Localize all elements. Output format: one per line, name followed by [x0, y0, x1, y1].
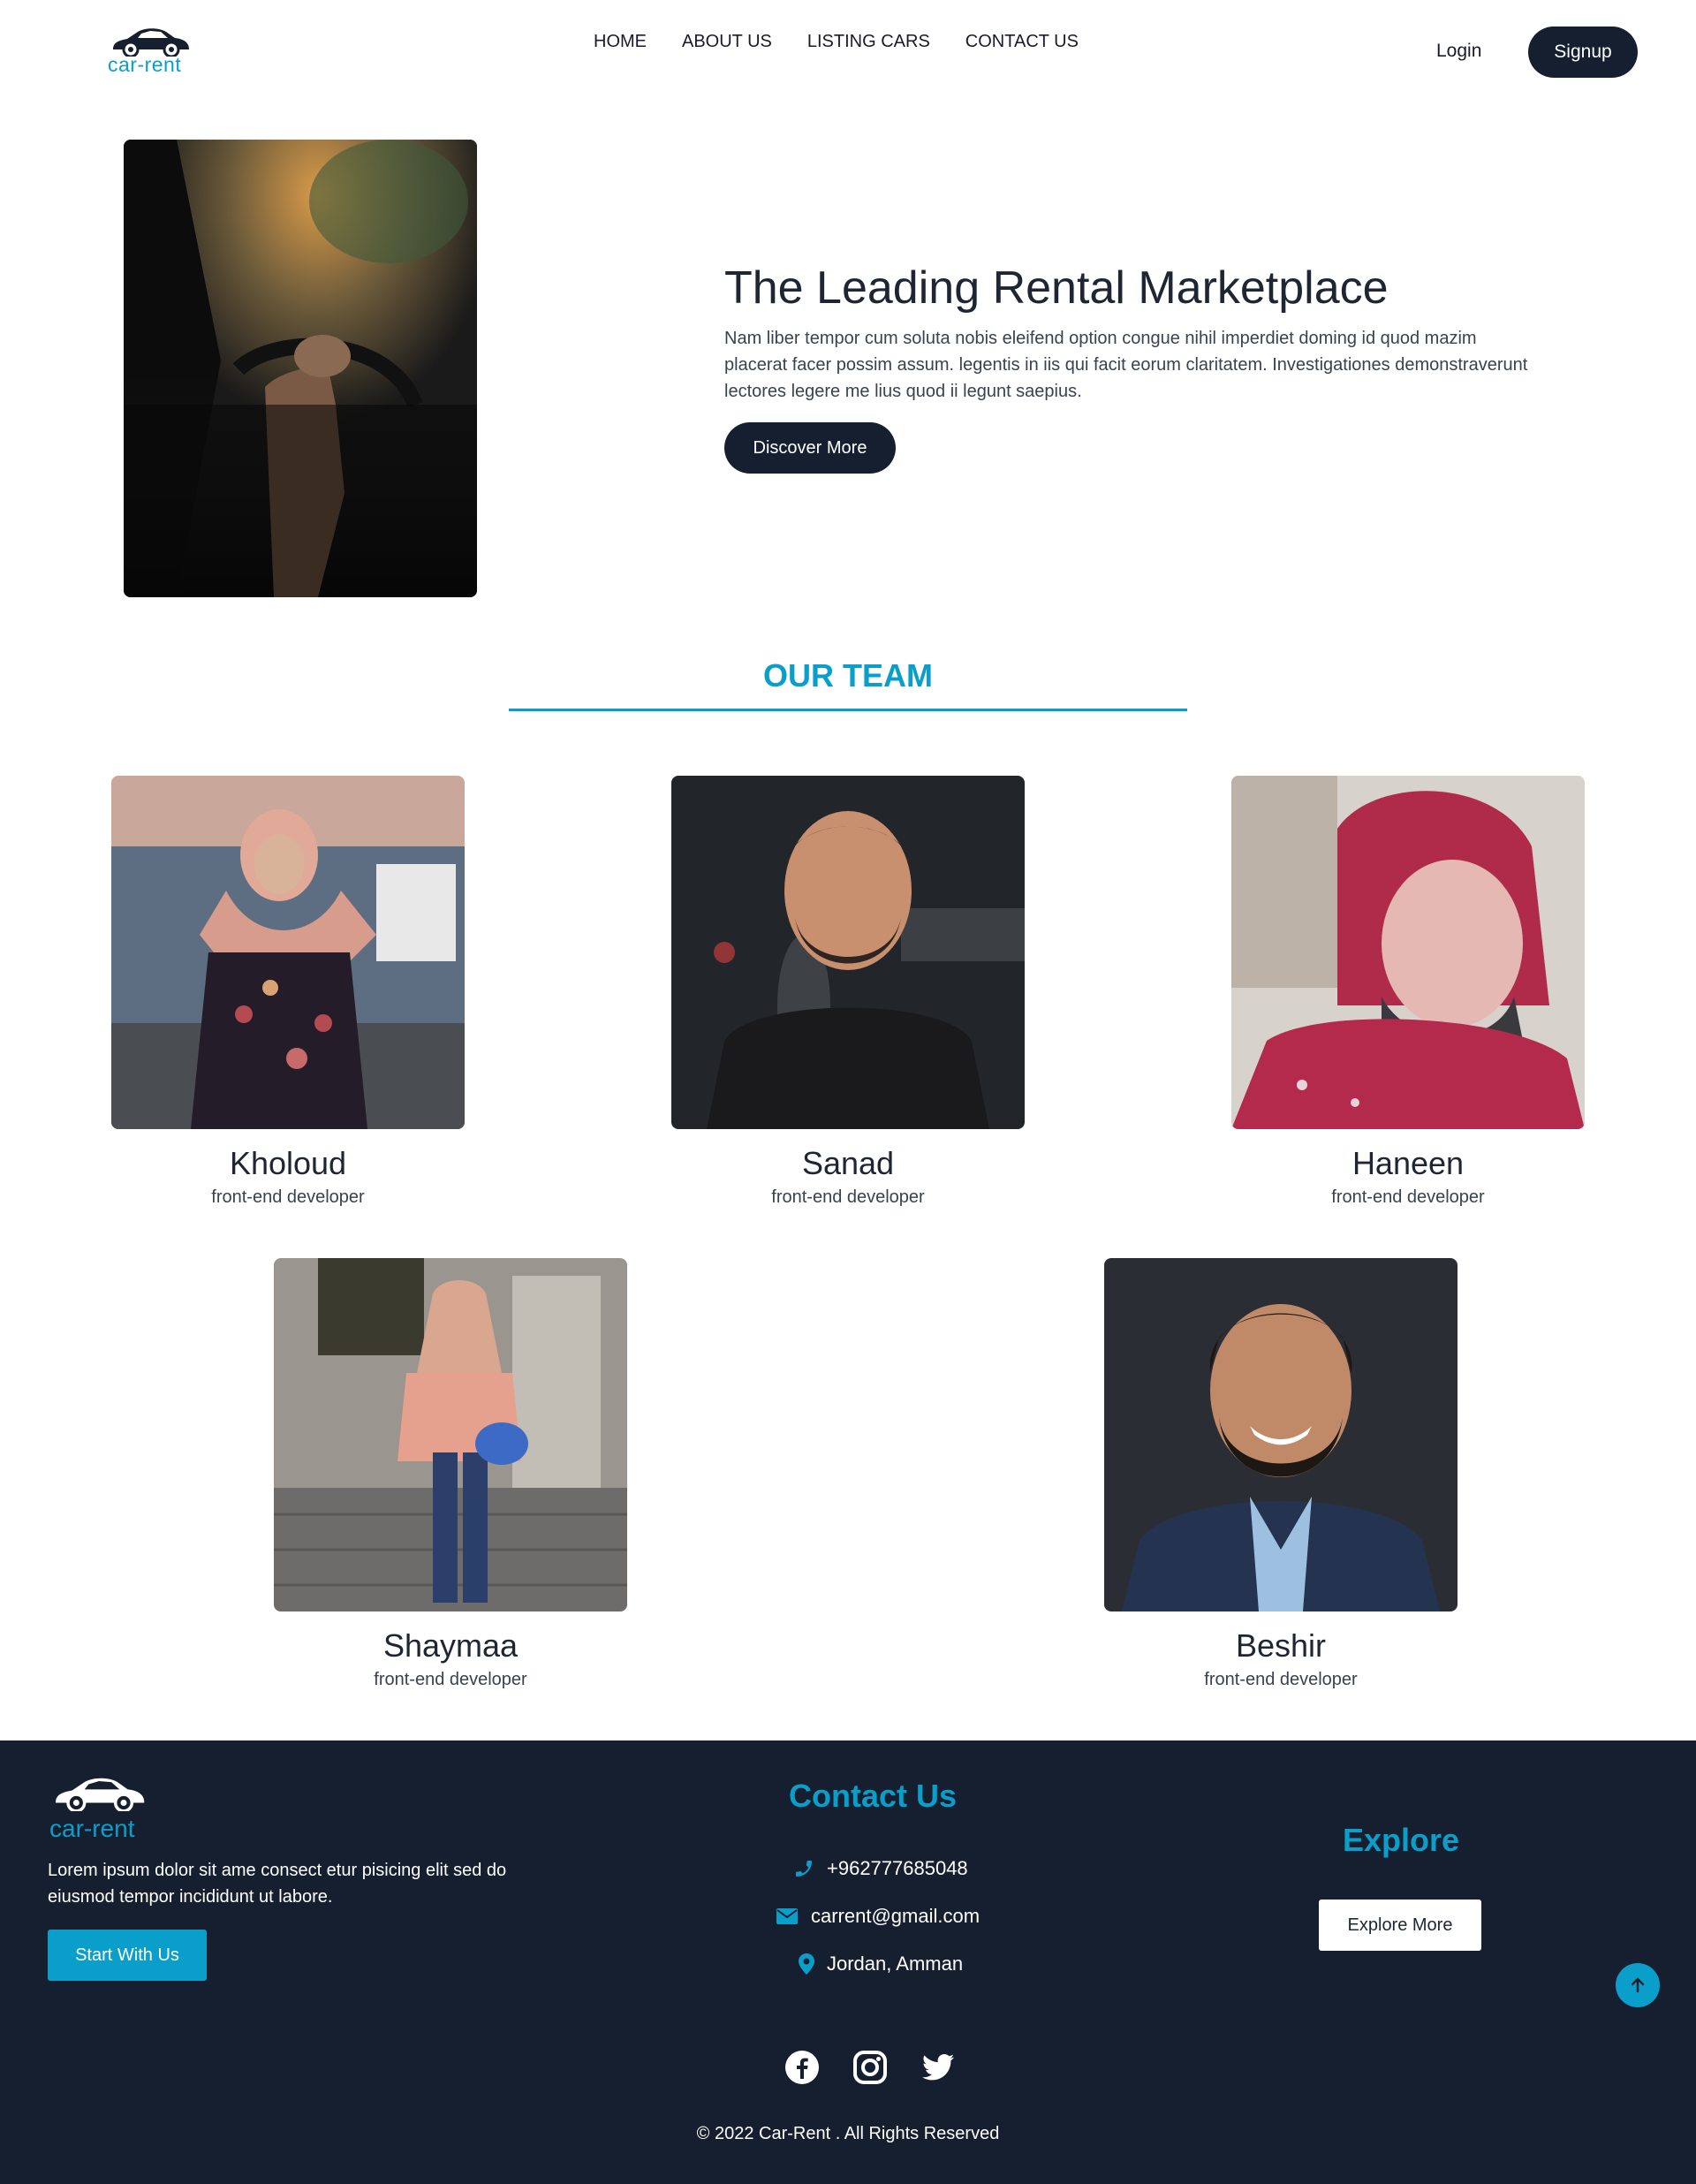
team-member-card: Shaymaa front-end developer	[274, 1258, 627, 1690]
discover-more-button[interactable]: Discover More	[724, 422, 896, 474]
hero-image	[124, 140, 477, 597]
navbar: car-rent HOME ABOUT US LISTING CARS CONT…	[0, 0, 1696, 104]
envelope-icon	[776, 1908, 798, 1924]
team-member-card: Haneen front-end developer	[1231, 776, 1585, 1208]
hero-title: The Leading Rental Marketplace	[724, 262, 1389, 314]
nav-contact-us[interactable]: CONTACT US	[965, 32, 1079, 52]
facebook-icon[interactable]	[784, 2050, 820, 2085]
member-name: Kholoud	[229, 1145, 347, 1181]
member-photo	[274, 1258, 627, 1611]
contact-title: Contact Us	[788, 1778, 958, 1814]
car-icon	[113, 28, 189, 57]
member-name: Beshir	[1235, 1627, 1327, 1664]
member-name: Haneen	[1352, 1145, 1465, 1181]
member-role: front-end developer	[374, 1670, 527, 1689]
member-photo	[671, 776, 1025, 1129]
member-photo	[1104, 1258, 1458, 1611]
team-title: OUR TEAM	[763, 657, 933, 694]
scroll-to-top-button[interactable]	[1616, 1963, 1660, 2007]
team-member-card: Beshir front-end developer	[1104, 1258, 1458, 1690]
team-title-underline	[509, 709, 1187, 711]
contact-phone-text: +962777685048	[827, 1857, 968, 1879]
nav-home[interactable]: HOME	[594, 32, 647, 52]
hero-description: Nam liber tempor cum soluta nobis eleife…	[724, 329, 1528, 401]
nav-about-us[interactable]: ABOUT US	[682, 32, 772, 52]
explore-more-button[interactable]: Explore More	[1319, 1900, 1481, 1951]
contact-phone: +962777685048	[793, 1857, 968, 1880]
member-role: front-end developer	[771, 1187, 925, 1207]
login-link[interactable]: Login	[1436, 41, 1481, 62]
start-with-us-button[interactable]: Start With Us	[48, 1930, 207, 1981]
footer-about-text: Lorem ipsum dolor sit ame consect etur p…	[48, 1861, 507, 1907]
logo[interactable]: car-rent	[108, 27, 193, 76]
team-member-card: Sanad front-end developer	[671, 776, 1025, 1208]
team-member-card: Kholoud front-end developer	[111, 776, 465, 1208]
logo-text: car-rent	[108, 53, 182, 76]
twitter-icon[interactable]	[920, 2050, 956, 2085]
instagram-icon[interactable]	[852, 2050, 888, 2085]
explore-title: Explore	[1343, 1822, 1460, 1858]
member-name: Shaymaa	[382, 1627, 519, 1664]
main-nav: HOME ABOUT US LISTING CARS CONTACT US	[594, 32, 1079, 52]
phone-icon	[796, 1861, 812, 1877]
member-photo	[111, 776, 465, 1129]
member-name: Sanad	[801, 1145, 895, 1181]
member-photo	[1231, 776, 1585, 1129]
copyright: © 2022 Car-Rent . All Rights Reserved	[696, 2124, 1000, 2143]
contact-location-text: Jordan, Amman	[827, 1953, 964, 1975]
nav-listing-cars[interactable]: LISTING CARS	[807, 32, 930, 52]
member-role: front-end developer	[211, 1187, 365, 1207]
arrow-up-icon	[1631, 1977, 1645, 1993]
signup-button[interactable]: Signup	[1528, 27, 1638, 78]
member-role: front-end developer	[1204, 1670, 1358, 1689]
map-pin-icon	[799, 1953, 814, 1975]
social-links	[784, 2050, 956, 2085]
contact-email-text: carrent@gmail.com	[811, 1905, 980, 1927]
contact-location: Jordan, Amman	[799, 1953, 963, 1975]
footer-logo-text: car-rent	[49, 1815, 135, 1842]
contact-email[interactable]: carrent@gmail.com	[776, 1905, 980, 1928]
footer: car-rent Lorem ipsum dolor sit ame conse…	[0, 1740, 1696, 2184]
member-role: front-end developer	[1331, 1187, 1485, 1207]
